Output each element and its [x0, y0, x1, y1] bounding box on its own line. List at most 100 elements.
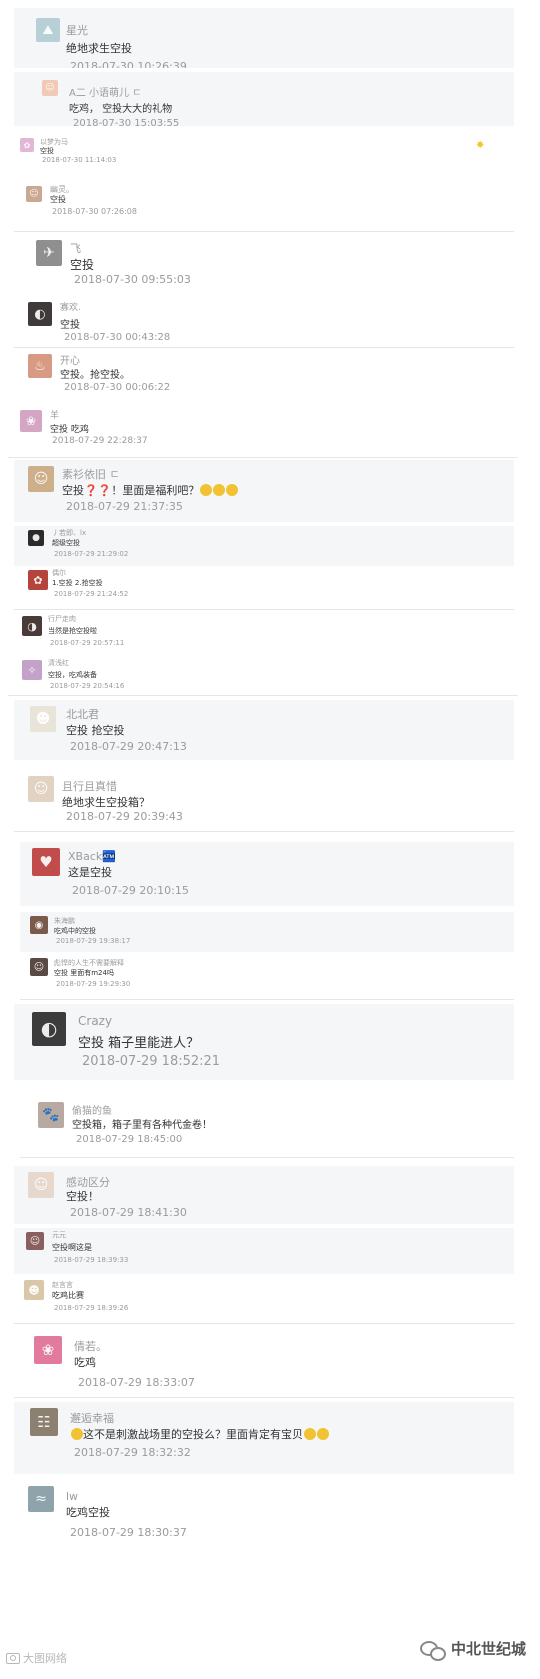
commenter-name[interactable]: 倩若。 — [74, 1338, 107, 1354]
doll-avatar[interactable]: ☺ — [28, 776, 54, 802]
comment-text-main: 1.空投 2.抢空投 — [52, 579, 103, 587]
pink-girl-icon: ❀ — [41, 1341, 55, 1359]
pink-flower-avatar[interactable]: ✿ — [20, 138, 34, 152]
comment-text-main: 空投啊这是 — [52, 1243, 92, 1252]
red-icon: ♥ — [39, 853, 53, 871]
red-avatar[interactable]: ♥ — [32, 848, 60, 876]
cartoon-avatar[interactable]: ☺ — [42, 80, 58, 96]
comment-text: 空投 — [60, 316, 80, 331]
comment-text-main: 吃鸡 — [74, 1356, 96, 1369]
portrait-avatar[interactable]: ☺ — [28, 466, 54, 492]
emoji-icon — [226, 484, 239, 496]
commenter-name[interactable]: 偶尔 — [52, 568, 66, 578]
comment-timestamp: 2018-07-29 18:32:32 — [74, 1446, 191, 1459]
sea-avatar[interactable]: ≈ — [28, 1486, 54, 1512]
cartoon-girl-avatar[interactable]: ☻ — [24, 1280, 44, 1300]
commenter-name[interactable]: 素衫依旧 ㄷ — [62, 466, 120, 482]
plane-avatar[interactable]: ✈ — [36, 240, 62, 266]
comment-timestamp: 2018-07-30 15:03:55 — [73, 118, 180, 126]
girl-photo-icon: ☺ — [29, 1235, 41, 1247]
comment-timestamp: 2018-07-29 19:38:17 — [56, 937, 131, 945]
commenter-name[interactable]: 偷猫的鱼 — [72, 1102, 112, 1117]
commenter-name[interactable]: 清浅红 — [48, 658, 69, 668]
comment-timestamp: 2018-07-29 18:39:33 — [54, 1256, 129, 1264]
rose-icon: ✿ — [33, 573, 43, 587]
comment-item: 🐾 偷猫的鱼 空投箱，箱子里有各种代金卷！ 2018-07-29 18:45:00 — [20, 1094, 514, 1158]
comment-text-main: 绝地求生空投箱？ — [62, 796, 150, 809]
commenter-name[interactable]: 星光 — [66, 22, 88, 38]
cartoon-face-avatar[interactable]: ☻ — [30, 706, 56, 732]
commenter-name[interactable]: Crazy — [78, 1014, 112, 1028]
cat-avatar[interactable]: 🐾 — [38, 1102, 64, 1128]
comment-timestamp: 2018-07-29 20:10:15 — [72, 884, 189, 897]
face-avatar[interactable]: ☺ — [30, 958, 48, 976]
comment-text-main: 吃鸡空投 — [66, 1506, 110, 1519]
comment-text-main: 空投 吃鸡 — [50, 425, 89, 435]
commenter-name[interactable]: 行尸走肉 — [48, 614, 76, 624]
commenter-name[interactable]: 开心 — [60, 352, 80, 367]
comment-text: 空投 — [50, 194, 66, 205]
commenter-name[interactable]: A二 小语萌儿 ㄷ — [69, 84, 141, 99]
commenter-name[interactable]: 飞 — [70, 240, 81, 256]
comment-timestamp: 2018-07-30 11:14:03 — [42, 156, 117, 164]
comment-text-main: 空投 — [62, 484, 84, 497]
comment-timestamp: 2018-07-29 21:24:52 — [54, 590, 129, 598]
comment-text-after: ！里面是福利吧？ — [111, 484, 200, 497]
commenter-name[interactable]: 丿若即、lx — [52, 528, 86, 538]
commenter-name[interactable]: XBack🏧 — [68, 850, 116, 863]
pink-avatar[interactable]: ❀ — [20, 410, 42, 432]
drink-avatar[interactable]: ♨ — [28, 354, 52, 378]
comment-text-main: 绝地求生空投 — [66, 42, 132, 55]
girl-photo-avatar[interactable]: ☺ — [26, 1232, 44, 1250]
comment-text-main: 空投箱，箱子里有各种代金卷！ — [72, 1120, 212, 1131]
comment-text-main: 吃鸡， 空投大大的礼物 — [69, 104, 173, 115]
comment-timestamp: 2018-07-29 20:47:13 — [70, 740, 187, 753]
comment-text: 空投啊这是 — [52, 1242, 92, 1253]
brown-icon: ◉ — [34, 919, 44, 931]
comment-timestamp: 2018-07-29 20:54:16 — [50, 682, 125, 690]
commenter-name[interactable]: 邂逅幸福 — [70, 1410, 114, 1426]
baby-avatar[interactable]: ☺ — [28, 1172, 54, 1198]
rose-avatar[interactable]: ✿ — [28, 570, 48, 590]
watermark-left: 大图网络 — [6, 1650, 67, 1666]
dark-photo-avatar[interactable]: ◐ — [32, 1012, 66, 1046]
commenter-name[interactable]: 寡欢. — [60, 300, 81, 313]
landscape-avatar[interactable]: ⛰ — [36, 18, 60, 42]
commenter-name[interactable]: 羊 — [50, 408, 59, 421]
star-icon[interactable]: ✸ — [476, 140, 484, 151]
pink-girl-avatar[interactable]: ❀ — [34, 1336, 62, 1364]
comment-text: 吃鸡空投 — [66, 1504, 110, 1520]
wechat-icon — [419, 1639, 446, 1661]
comment-item: ☻ 赵言言 吃鸡比赛 2018-07-29 18:39:26 — [14, 1276, 514, 1324]
commenter-name[interactable]: 赵言言 — [52, 1280, 73, 1290]
dark-avatar[interactable]: ◐ — [28, 302, 52, 326]
anime-avatar[interactable]: ✧ — [22, 660, 42, 680]
comment-text: 空投！ — [66, 1188, 99, 1204]
comment-item: ◐ 寡欢. 空投 2018-07-30 00:43:28 — [14, 296, 514, 348]
commenter-name[interactable]: lw — [66, 1490, 78, 1503]
watermark-right: 中北世纪城 — [419, 1638, 526, 1661]
comment-text-main: 空投 — [50, 195, 66, 204]
comment-text-main: 空投！ — [66, 1190, 99, 1203]
commenter-name[interactable]: 元元 — [52, 1230, 66, 1240]
comment-text: 吃鸡中的空投 — [54, 926, 96, 936]
shadow-avatar[interactable]: ◑ — [22, 616, 42, 636]
comment-timestamp: 2018-07-29 21:29:02 — [54, 550, 129, 558]
black-hair-avatar[interactable]: ● — [28, 530, 44, 546]
comment-text-main: 空投。抢空投。 — [60, 370, 130, 381]
comment-item: ◑ 行尸走肉 当然是抢空投啦 2018-07-29 20:57:11 — [8, 612, 518, 654]
brown-avatar[interactable]: ◉ — [30, 916, 48, 934]
commenter-name[interactable]: 彪悍的人生不需要解释 — [54, 958, 124, 968]
comment-timestamp: 2018-07-29 21:37:35 — [66, 500, 183, 513]
commenter-name[interactable]: 北北君 — [66, 706, 99, 722]
commenter-name[interactable]: 朱海鹏 — [54, 916, 75, 926]
girl-avatar[interactable]: ☺ — [26, 186, 42, 202]
comment-item: ✈ 飞空投 2018-07-30 09:55:03 — [24, 236, 514, 292]
commenter-name[interactable]: 且行且真惜 — [62, 778, 117, 794]
group-photo-avatar[interactable]: ☷ — [30, 1408, 58, 1436]
cartoon-girl-icon: ☻ — [28, 1283, 40, 1297]
comment-item: ☺ 且行且真惜 绝地求生空投箱？ 2018-07-29 20:39:43 — [14, 770, 514, 832]
comment-timestamp: 2018-07-30 07:26:08 — [52, 207, 137, 216]
comment-item: ⛰ 星光 绝地求生空投 2018-07-30 10:26:39 — [14, 8, 514, 68]
comment-text: 空投 箱子里能进人？ — [78, 1032, 199, 1051]
